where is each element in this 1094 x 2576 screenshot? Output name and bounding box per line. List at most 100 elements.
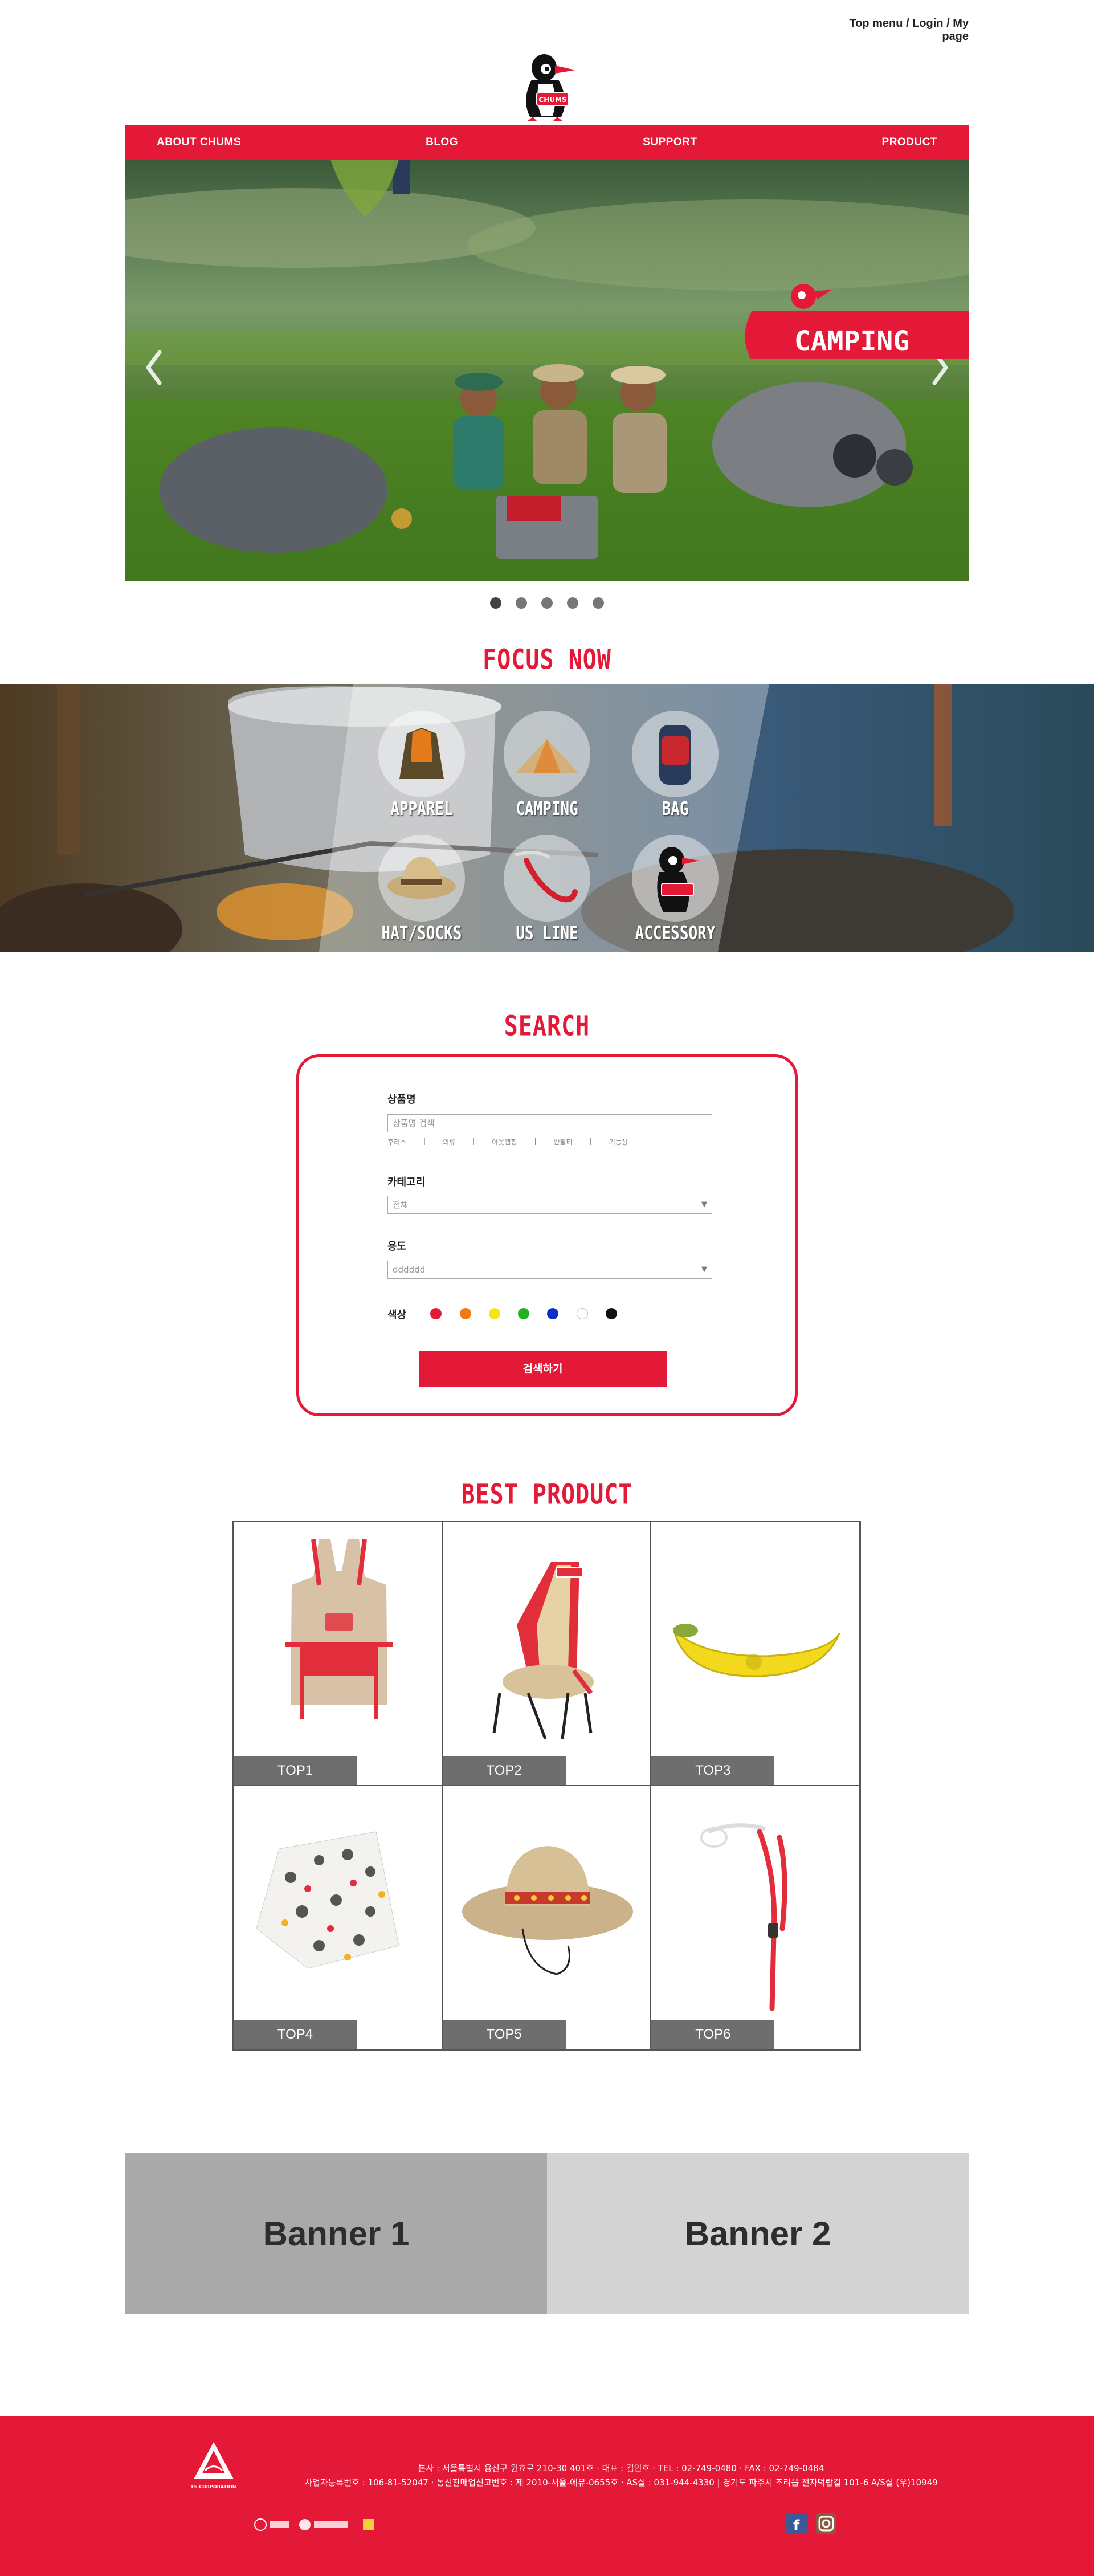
category-label: APPAREL: [390, 798, 453, 820]
focus-title: FOCUS NOW: [483, 644, 611, 676]
eyewear-retainer-image: [700, 1823, 787, 2011]
product-card-1[interactable]: TOP1: [233, 1522, 442, 1786]
category-accessory[interactable]: ACCESSORY: [630, 835, 721, 944]
hero-image: [125, 160, 969, 581]
category-label: ACCESSORY: [635, 923, 716, 944]
separator: /: [903, 17, 913, 30]
nav-product[interactable]: PRODUCT: [882, 136, 937, 149]
slide-dot-5[interactable]: [593, 597, 604, 609]
footer: LS CORPORATION 본사 : 서울특별시 용산구 원효로 210-30…: [0, 2416, 1094, 2576]
footer-business-info: 사업자등록번호 : 106-81-52047 · 통신판매업신고번호 : 제 2…: [304, 2477, 938, 2488]
separator: |: [589, 1137, 592, 1145]
footer-address: 본사 : 서울특별시 용산구 원효로 210-30 401호 · 대표 : 김인…: [418, 2463, 824, 2473]
booby-bird-icon: [791, 284, 832, 309]
category-value: 전체: [393, 1200, 409, 1210]
slide-dot-2[interactable]: [516, 597, 527, 609]
focus-banner: APPAREL CAMPING BAG HAT/SOCKS US LINE AC…: [0, 684, 1094, 952]
category-camping[interactable]: CAMPING: [501, 711, 593, 820]
usage-value: dddddd: [393, 1265, 426, 1275]
slider-dots: [490, 597, 604, 609]
rank-label: TOP5: [442, 2020, 566, 2049]
search-panel: 상품명 상품명 검색 후리스 | 의류 | 아웃캠핑 | 반팔티 | 기능성 카테고리 …: [296, 1054, 798, 1416]
chair-image: [492, 1562, 594, 1739]
apron-image: [285, 1539, 393, 1719]
color-swatch-orange[interactable]: [460, 1308, 471, 1319]
keyword-list: 후리스 | 의류 | 아웃캠핑 | 반팔티 | 기능성: [387, 1137, 712, 1147]
us-line-image: [504, 835, 590, 922]
hat-socks-image: [378, 835, 465, 922]
dropdown-caret-icon: ▼: [701, 1265, 707, 1274]
facebook-icon[interactable]: f: [786, 2513, 807, 2534]
separator: |: [423, 1137, 426, 1145]
rank-label: TOP2: [442, 1756, 566, 1785]
svg-text:f: f: [793, 2517, 800, 2534]
login-link[interactable]: Login: [912, 17, 943, 30]
category-hat-socks[interactable]: HAT/SOCKS: [376, 835, 467, 944]
product-card-4[interactable]: TOP4: [233, 1786, 442, 2049]
banner-1[interactable]: Banner 1: [125, 2153, 547, 2314]
category-apparel[interactable]: APPAREL: [376, 711, 467, 820]
category-us-line[interactable]: US LINE: [501, 835, 593, 944]
color-swatch-green[interactable]: [518, 1308, 529, 1319]
rank-label: TOP4: [234, 2020, 357, 2049]
keyword-outcamping[interactable]: 아웃캠핑: [492, 1137, 517, 1147]
banana-case-image: [672, 1624, 840, 1677]
chums-logo[interactable]: CHUMS: [513, 48, 581, 123]
main-nav: ABOUT CHUMS BLOG SUPPORT PRODUCT: [125, 125, 969, 160]
category-label: HAT/SOCKS: [381, 923, 462, 944]
product-name-label: 상품명: [387, 1094, 416, 1106]
product-card-2[interactable]: TOP2: [442, 1522, 651, 1786]
keyword-fleece[interactable]: 후리스: [387, 1137, 406, 1147]
keyword-clothing[interactable]: 의류: [443, 1137, 455, 1147]
color-swatch-blue[interactable]: [547, 1308, 558, 1319]
product-card-3[interactable]: TOP3: [651, 1522, 860, 1786]
camping-badge: CAMPING: [745, 284, 969, 359]
color-label: 색상: [387, 1309, 407, 1321]
keyword-functional[interactable]: 기능성: [609, 1137, 628, 1147]
top-menu-link[interactable]: Top menu: [849, 17, 903, 30]
banner-2[interactable]: Banner 2: [547, 2153, 969, 2314]
ls-corporation-logo: LS CORPORATION: [191, 2442, 236, 2489]
slide-dot-1[interactable]: [490, 597, 501, 609]
separator: |: [472, 1137, 475, 1145]
rank-label: TOP3: [651, 1756, 775, 1785]
badge-text: CAMPING: [794, 325, 909, 357]
booby-bird-logo-icon: CHUMS: [526, 54, 575, 121]
keyword-tshirt[interactable]: 반팔티: [554, 1137, 573, 1147]
rank-label: TOP1: [234, 1756, 357, 1785]
search-title: SEARCH: [504, 1010, 590, 1042]
category-bag[interactable]: BAG: [630, 711, 721, 820]
partner-logos: [254, 2518, 374, 2531]
slide-dot-4[interactable]: [567, 597, 578, 609]
pattern-bandana-image: [256, 1831, 399, 1969]
color-swatch-yellow[interactable]: [489, 1308, 500, 1319]
camping-image: [504, 711, 590, 797]
usage-select[interactable]: dddddd ▼: [387, 1261, 712, 1279]
category-label: CAMPING: [516, 798, 578, 820]
bag-image: [632, 711, 719, 797]
slide-dot-3[interactable]: [541, 597, 553, 609]
category-label: 카테고리: [387, 1176, 426, 1188]
accessory-image: [632, 835, 719, 922]
prev-arrow-icon[interactable]: [142, 348, 165, 388]
search-button[interactable]: 검색하기: [419, 1351, 667, 1387]
category-select[interactable]: 전체 ▼: [387, 1196, 712, 1214]
rank-label: TOP6: [651, 2020, 775, 2049]
nav-support[interactable]: SUPPORT: [643, 136, 697, 149]
nav-about-chums[interactable]: ABOUT CHUMS: [157, 136, 241, 149]
product-card-5[interactable]: TOP5: [442, 1786, 651, 2049]
product-card-6[interactable]: TOP6: [651, 1786, 860, 2049]
color-swatch-red[interactable]: [430, 1308, 442, 1319]
category-label: BAG: [662, 798, 689, 820]
color-swatch-black[interactable]: [606, 1308, 617, 1319]
bucket-hat-image: [462, 1846, 633, 1975]
category-label: US LINE: [516, 923, 578, 944]
color-swatch-white[interactable]: [577, 1308, 588, 1319]
apparel-image: [378, 711, 465, 797]
product-name-input[interactable]: 상품명 검색: [387, 1114, 712, 1132]
logo-text: CHUMS: [538, 96, 566, 104]
nav-blog[interactable]: BLOG: [426, 136, 458, 149]
top-links: Top menu / Login / My page: [820, 17, 969, 43]
instagram-icon[interactable]: [816, 2513, 836, 2534]
dropdown-caret-icon: ▼: [701, 1200, 707, 1209]
